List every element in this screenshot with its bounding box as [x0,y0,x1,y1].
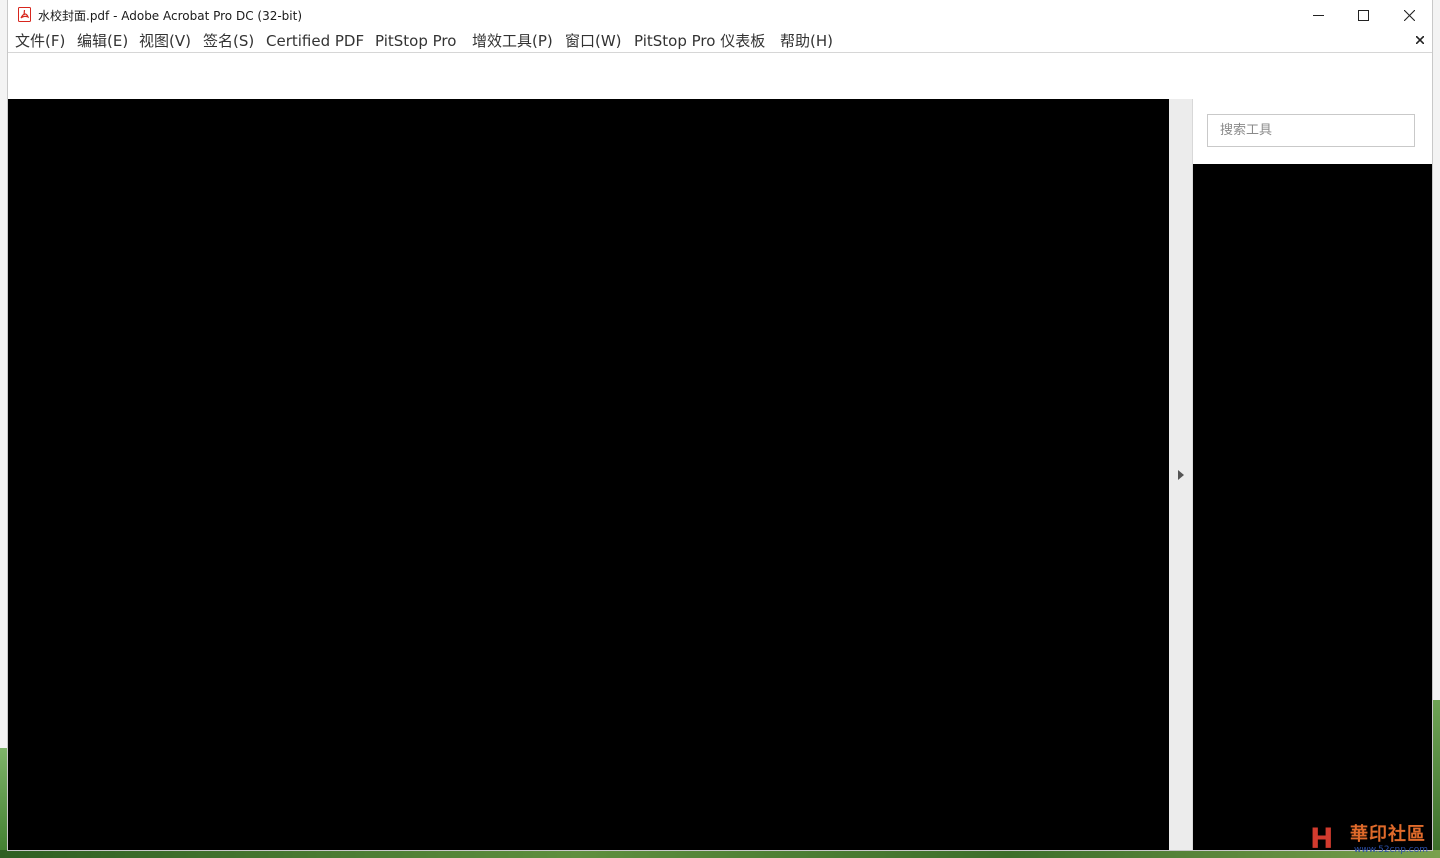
title-bar[interactable]: 水校封面.pdf - Adobe Acrobat Pro DC (32-bit) [8,0,1432,30]
watermark-url: www.52cnp.com [1354,845,1429,855]
maximize-button[interactable] [1340,0,1386,30]
expand-pane-button[interactable] [1177,469,1185,481]
menu-edit[interactable]: 编辑(E) [77,32,128,50]
minimize-icon [1312,14,1324,16]
menu-pitstop-pro[interactable]: PitStop Pro [375,32,456,50]
watermark: ᕼ 華印社區 www.52cnp.com [1310,818,1438,858]
toolbar-area [8,53,1432,99]
desktop-wallpaper-left [0,748,8,858]
tools-pane-header [1193,99,1432,164]
menu-window[interactable]: 窗口(W) [565,32,622,50]
desktop-wallpaper-bottom [0,850,1440,858]
close-document-button[interactable] [1414,32,1426,48]
menu-help[interactable]: 帮助(H) [780,32,833,50]
menu-sign[interactable]: 签名(S) [203,32,254,50]
acrobat-window: 水校封面.pdf - Adobe Acrobat Pro DC (32-bit)… [8,0,1432,850]
minimize-button[interactable] [1295,0,1341,30]
menu-file[interactable]: 文件(F) [15,32,65,50]
menu-pitstop-dashboard[interactable]: PitStop Pro 仪表板 [634,32,765,50]
menu-plugins[interactable]: 增效工具(P) [472,32,553,50]
watermark-logo-icon: ᕼ [1310,822,1334,855]
document-view[interactable] [8,99,1169,850]
menu-bar: 文件(F) 编辑(E) 视图(V) 签名(S) Certified PDF Pi… [8,30,1432,53]
menu-view[interactable]: 视图(V) [139,32,191,50]
close-icon [1403,9,1415,21]
acrobat-pdf-icon [18,7,31,22]
watermark-text: 華印社區 [1350,824,1426,845]
close-icon [1416,36,1424,44]
menu-certified-pdf[interactable]: Certified PDF [266,32,364,50]
maximize-icon [1357,9,1369,21]
chevron-right-icon [1178,470,1184,480]
tools-pane [1193,99,1432,850]
close-window-button[interactable] [1386,0,1432,30]
pane-collapse-strip[interactable] [1169,99,1193,850]
window-title: 水校封面.pdf - Adobe Acrobat Pro DC (32-bit) [38,9,303,23]
search-tools-input[interactable] [1207,114,1415,147]
